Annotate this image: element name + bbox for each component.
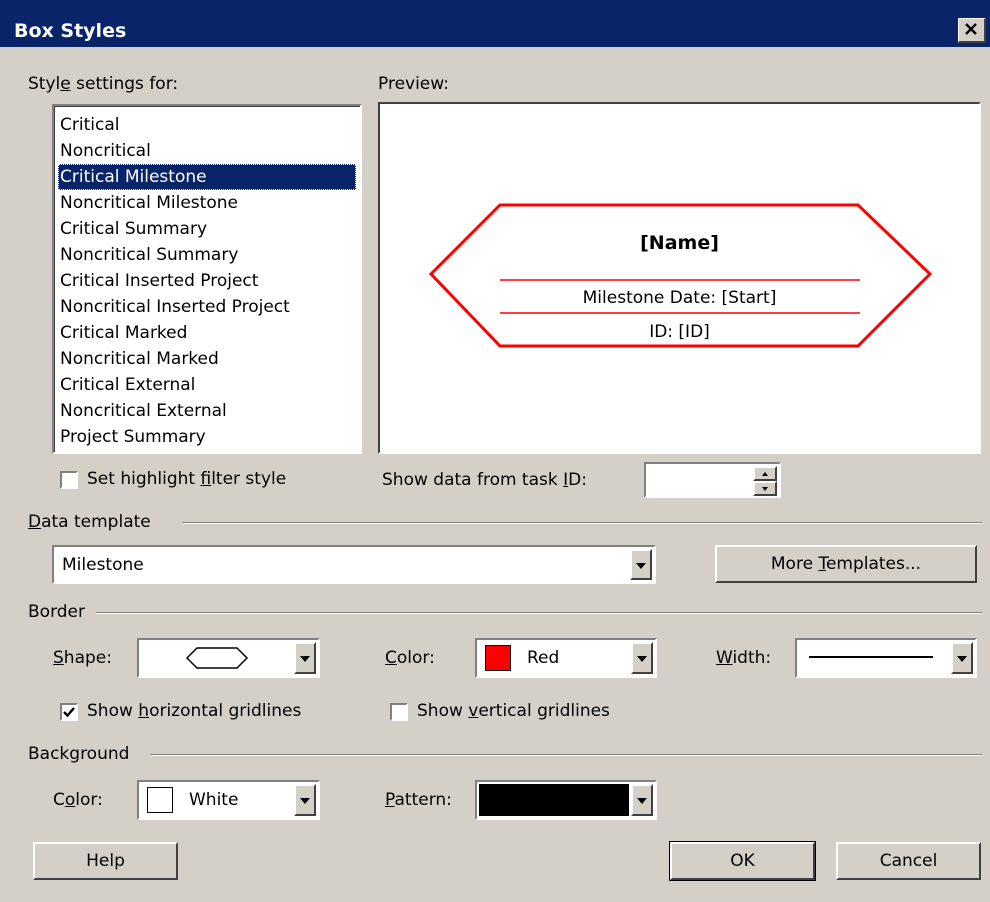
list-item[interactable]: Critical xyxy=(60,112,119,138)
red-swatch-icon xyxy=(485,645,511,671)
chevron-down-icon xyxy=(957,656,967,662)
list-item[interactable]: Noncritical Inserted Project xyxy=(60,294,290,320)
task-id-label: Show data from task ID: xyxy=(382,470,587,490)
horizontal-gridlines-checkbox[interactable] xyxy=(60,703,78,721)
data-template-divider xyxy=(182,522,982,524)
checkmark-icon xyxy=(63,707,75,718)
style-settings-label: Style settings for: xyxy=(28,74,179,94)
highlight-filter-label[interactable]: Set highlight filter style xyxy=(87,469,286,489)
white-swatch-icon xyxy=(147,787,173,813)
shape-select[interactable] xyxy=(137,638,320,678)
preview-pane: [Name] Milestone Date: [Start] ID: [ID] xyxy=(378,102,981,454)
highlight-filter-checkbox[interactable] xyxy=(60,471,78,489)
spinner-up-icon xyxy=(762,471,768,476)
border-color-label: Color: xyxy=(385,648,435,668)
data-template-dropdown-button[interactable] xyxy=(630,549,652,580)
background-color-value: White xyxy=(189,790,239,810)
pattern-label: Pattern: xyxy=(385,790,452,810)
line-width-icon xyxy=(809,656,933,658)
data-template-value: Milestone xyxy=(62,555,144,575)
spinner-down-icon xyxy=(762,486,768,491)
border-group-label: Border xyxy=(28,602,85,622)
chevron-down-icon xyxy=(637,656,647,662)
preview-milestone-date: Milestone Date: [Start] xyxy=(582,288,777,308)
preview-label: Preview: xyxy=(378,74,449,94)
list-item[interactable]: Critical External xyxy=(60,372,195,398)
more-templates-button[interactable]: More Templates... xyxy=(715,545,977,583)
horizontal-gridlines-label[interactable]: Show horizontal gridlines xyxy=(87,701,301,721)
ok-button[interactable]: OK xyxy=(669,841,816,881)
milestone-box-preview xyxy=(428,203,933,348)
border-width-select[interactable] xyxy=(795,638,977,678)
shape-label: Shape: xyxy=(53,648,112,668)
border-divider xyxy=(96,612,982,614)
list-item[interactable]: Noncritical Summary xyxy=(60,242,238,268)
vertical-gridlines-checkbox[interactable] xyxy=(390,703,408,721)
style-settings-listbox[interactable]: Critical Noncritical Critical Milestone … xyxy=(52,104,362,454)
list-item[interactable]: Noncritical Milestone xyxy=(60,190,238,216)
solid-pattern-icon xyxy=(479,784,629,816)
hexagon-shape-icon xyxy=(185,647,249,669)
chevron-down-icon xyxy=(637,798,647,804)
width-label: Width: xyxy=(716,648,772,668)
list-item[interactable]: Critical Marked xyxy=(60,320,187,346)
border-color-dropdown-button[interactable] xyxy=(631,642,653,674)
data-template-group-label: Data template xyxy=(28,512,151,532)
vertical-gridlines-label[interactable]: Show vertical gridlines xyxy=(417,701,610,721)
background-divider xyxy=(150,754,982,756)
close-button[interactable] xyxy=(958,18,986,43)
list-item[interactable]: Noncritical Marked xyxy=(60,346,219,372)
help-button[interactable]: Help xyxy=(33,842,178,880)
list-item[interactable]: Noncritical xyxy=(60,138,151,164)
shape-dropdown-button[interactable] xyxy=(294,642,316,674)
spin-down-button[interactable] xyxy=(753,481,777,496)
list-item-selected[interactable]: Critical Milestone xyxy=(58,164,356,190)
list-item[interactable]: Project Summary xyxy=(60,424,206,450)
task-id-input[interactable] xyxy=(644,462,781,498)
window-title: Box Styles xyxy=(14,20,127,42)
list-item[interactable]: Noncritical External xyxy=(60,398,227,424)
cancel-button[interactable]: Cancel xyxy=(836,842,981,880)
list-item[interactable]: Critical Inserted Project xyxy=(60,268,258,294)
border-color-value: Red xyxy=(527,648,560,668)
pattern-select[interactable] xyxy=(475,780,657,820)
chevron-down-icon xyxy=(300,798,310,804)
spin-up-button[interactable] xyxy=(753,466,777,481)
border-color-select[interactable]: Red xyxy=(475,638,657,678)
data-template-select[interactable]: Milestone xyxy=(52,545,656,584)
list-item[interactable]: Critical Summary xyxy=(60,216,207,242)
pattern-dropdown-button[interactable] xyxy=(631,784,653,816)
preview-id: ID: [ID] xyxy=(649,322,710,342)
chevron-down-icon xyxy=(300,656,310,662)
close-icon xyxy=(965,23,977,35)
chevron-down-icon xyxy=(636,562,646,569)
background-color-dropdown-button[interactable] xyxy=(294,784,316,816)
background-color-label: Color: xyxy=(53,790,103,810)
border-width-dropdown-button[interactable] xyxy=(951,642,973,674)
preview-name-field: [Name] xyxy=(640,232,719,254)
background-group-label: Background xyxy=(28,744,130,764)
background-color-select[interactable]: White xyxy=(137,780,320,820)
title-bar xyxy=(0,0,990,47)
